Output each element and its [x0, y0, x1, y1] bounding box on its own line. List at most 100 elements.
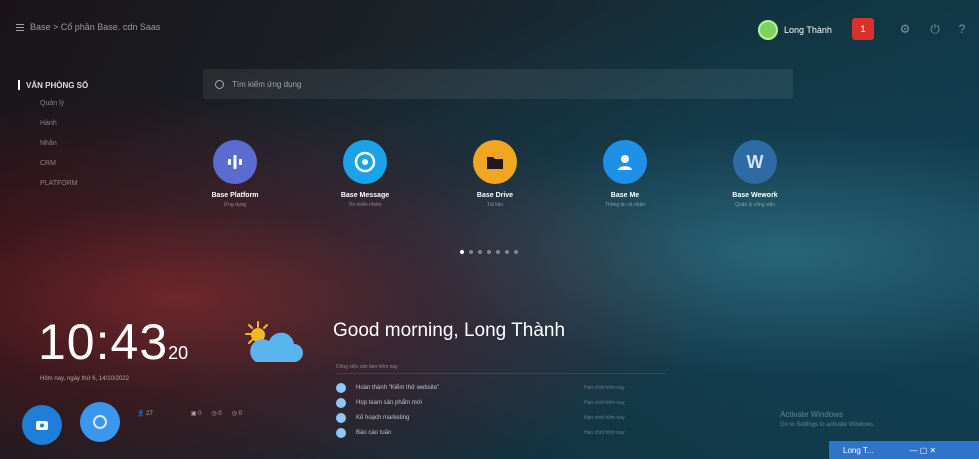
sidebar-title[interactable]: VĂN PHÒNG SỐ: [18, 80, 168, 90]
power-icon[interactable]: ⏻: [928, 22, 942, 36]
app-name: Base Message: [340, 192, 390, 199]
app-icon: [473, 140, 517, 184]
app-base-drive[interactable]: Base Drive Tài liệu: [440, 140, 550, 208]
app-subtitle: Tin nhắn nhóm: [348, 202, 382, 208]
pager-dot[interactable]: [478, 250, 482, 254]
chat-icon: [354, 151, 376, 173]
app-grid: Base Platform Ứng dụng Base Message Tin …: [180, 140, 810, 230]
task-item[interactable]: Hoàn thành “Kiểm thử website” Hạn chót h…: [336, 380, 666, 395]
chat-button[interactable]: [80, 402, 120, 442]
app-base-platform[interactable]: Base Platform Ứng dụng: [180, 140, 290, 208]
notification-badge[interactable]: 1: [852, 18, 874, 40]
search-bar[interactable]: Tìm kiếm ứng dụng: [203, 69, 793, 99]
stat-value: 0: [238, 411, 243, 417]
app-icon: [603, 140, 647, 184]
pager-dot[interactable]: [505, 250, 509, 254]
topbar: Base > Cổ phần Base. cdn Saas Long Thành…: [0, 0, 979, 56]
camera-icon: [36, 421, 48, 430]
carousel-pager: [460, 250, 518, 254]
app-subtitle: Tài liệu: [486, 202, 504, 208]
stat-people: 👤 27: [137, 411, 153, 417]
breadcrumb: Base > Cổ phần Base. cdn Saas: [16, 22, 160, 32]
task-checkbox[interactable]: [336, 412, 346, 423]
pager-dot[interactable]: [469, 250, 473, 254]
tasks-header: Công việc cần làm hôm nay: [336, 364, 666, 374]
app-base-message[interactable]: Base Message Tin nhắn nhóm: [310, 140, 420, 208]
clock-time: 10:43: [38, 314, 169, 370]
pager-dot[interactable]: [496, 250, 500, 254]
sidebar-item[interactable]: CRM: [40, 160, 168, 167]
camera-button[interactable]: [22, 405, 62, 445]
task-item[interactable]: Họp team sản phẩm mới Hạn chót hôm nay: [336, 395, 666, 410]
app-icon: W: [733, 140, 777, 184]
chat-bubble-icon: [93, 415, 107, 429]
menu-icon[interactable]: [16, 23, 24, 31]
stats-row: 👤 27 ▣ 0 ◷ 0 ◷ 0: [137, 410, 242, 417]
folder-icon: [487, 157, 503, 169]
task-title: Họp team sản phẩm mới: [356, 399, 422, 406]
stat-late: ◷ 0: [231, 411, 243, 417]
app-subtitle: Ứng dụng: [223, 202, 247, 208]
sidebar-item[interactable]: PLATFORM: [40, 180, 168, 187]
dock-controls[interactable]: — ▢ ✕: [910, 446, 937, 455]
activate-windows-watermark: Activate Windows Go to Settings to activ…: [780, 410, 875, 428]
app-icon: [213, 140, 257, 184]
search-placeholder[interactable]: Tìm kiếm ứng dụng: [232, 80, 301, 89]
app-subtitle: Thông tin cá nhân: [604, 202, 646, 208]
app-name: Base Drive: [476, 192, 514, 199]
sidebar-item[interactable]: Quản lý: [40, 100, 168, 107]
task-due: Hạn chót hôm nay: [584, 384, 625, 391]
task-due: Hạn chót hôm nay: [584, 399, 625, 406]
waveform-icon: [228, 155, 242, 169]
task-due: Hạn chót hôm nay: [584, 429, 625, 436]
stat-done: ◷ 0: [211, 411, 222, 417]
stat-value: 0: [218, 411, 222, 417]
search-icon: [215, 79, 224, 89]
settings-icon[interactable]: ⚙: [898, 22, 912, 36]
active-indicator: [18, 80, 20, 90]
pager-dot[interactable]: [487, 250, 491, 254]
weather-icon: [238, 318, 308, 368]
sidebar-item[interactable]: Nhân: [40, 140, 168, 147]
activate-title: Activate Windows: [780, 410, 844, 419]
app-name: Base Wework: [732, 192, 778, 199]
svg-text:W: W: [747, 152, 764, 172]
help-icon[interactable]: ?: [955, 22, 969, 36]
pager-dot[interactable]: [514, 250, 518, 254]
task-checkbox[interactable]: [336, 382, 346, 393]
user-name: Long Thành: [784, 25, 832, 35]
greeting: Good morning, Long Thành: [333, 320, 566, 341]
task-title: Kế hoạch marketing: [356, 414, 410, 421]
app-base-wework[interactable]: W Base Wework Quản lý công việc: [700, 140, 810, 208]
task-due: Hạn chót hôm nay: [584, 414, 625, 421]
dock-label[interactable]: Long T...: [843, 446, 874, 455]
w-logo-icon: W: [747, 152, 764, 172]
task-checkbox[interactable]: [336, 427, 346, 438]
task-item[interactable]: Báo cáo tuần Hạn chót hôm nay: [336, 425, 666, 440]
pager-dot[interactable]: [460, 250, 464, 254]
task-list: Hoàn thành “Kiểm thử website” Hạn chót h…: [336, 380, 666, 440]
sidebar-title-label: VĂN PHÒNG SỐ: [26, 80, 89, 90]
task-checkbox[interactable]: [336, 397, 346, 408]
clock: 10:4320: [38, 313, 188, 371]
clock-seconds: 20: [168, 343, 189, 363]
stat-value: 0: [198, 411, 202, 417]
avatar[interactable]: [758, 20, 778, 40]
minimized-chat-window[interactable]: Long T... — ▢ ✕: [829, 441, 979, 459]
clock-date: Hôm nay, ngày thứ 6, 14/10/2022: [40, 376, 129, 382]
app-name: Base Platform: [211, 192, 259, 199]
sidebar: VĂN PHÒNG SỐ Quản lý Hành Nhân CRM PLATF…: [18, 80, 168, 200]
user-menu[interactable]: Long Thành: [758, 20, 832, 40]
stat-tasks: ▣ 0: [190, 411, 202, 417]
person-icon: [618, 155, 632, 170]
task-title: Hoàn thành “Kiểm thử website”: [356, 384, 440, 391]
sidebar-item[interactable]: Hành: [40, 120, 168, 127]
activate-sub: Go to Settings to activate Windows.: [780, 422, 875, 428]
task-item[interactable]: Kế hoạch marketing Hạn chót hôm nay: [336, 410, 666, 425]
stat-value: 27: [146, 411, 153, 417]
task-title: Báo cáo tuần: [356, 429, 392, 436]
app-subtitle: Quản lý công việc: [735, 202, 775, 208]
app-base-me[interactable]: Base Me Thông tin cá nhân: [570, 140, 680, 208]
app-name: Base Me: [610, 192, 640, 199]
breadcrumb-text: Base > Cổ phần Base. cdn Saas: [30, 22, 161, 32]
